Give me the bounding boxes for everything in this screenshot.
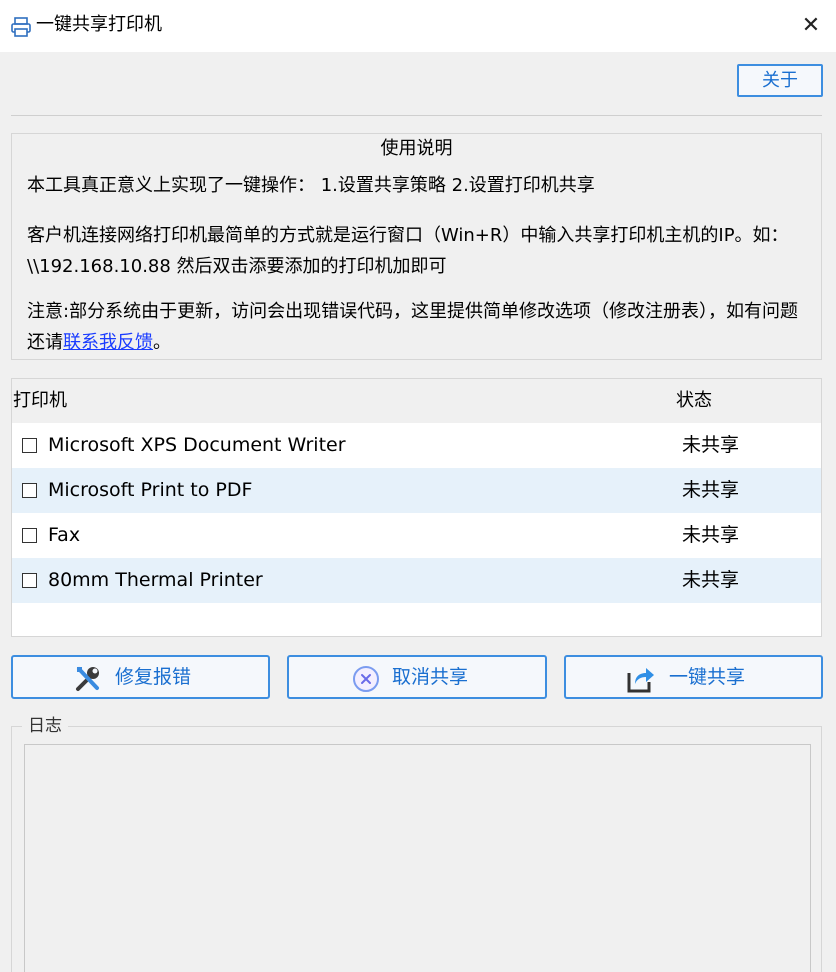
row-checkbox[interactable] (22, 483, 37, 498)
instructions-line-3: 注意:部分系统由于更新，访问会出现错误代码，这里提供简单修改选项（修改注册表），… (27, 296, 812, 358)
log-group: 日志 (11, 714, 822, 972)
row-checkbox[interactable] (22, 438, 37, 453)
row-checkbox[interactable] (22, 528, 37, 543)
instructions-title: 使用说明 (380, 138, 453, 159)
log-textarea[interactable] (24, 744, 811, 972)
close-button[interactable]: ✕ (796, 12, 826, 42)
cancel-share-button[interactable]: 取消共享 (287, 655, 547, 699)
one-click-share-button-label: 一键共享 (669, 666, 746, 688)
share-status: 未共享 (682, 434, 740, 456)
share-status: 未共享 (682, 524, 740, 546)
table-row[interactable]: 80mm Thermal Printer 未共享 (12, 558, 821, 603)
list-header: 打印机 状态 (12, 379, 821, 423)
wrench-screwdriver-icon (76, 667, 99, 691)
table-row[interactable]: Microsoft Print to PDF 未共享 (12, 468, 821, 513)
instructions-line-1: 本工具真正意义上实现了一键操作： 1.设置共享策略 2.设置打印机共享 (27, 175, 595, 196)
printer-list: 打印机 状态 Microsoft XPS Document Writer 未共享… (11, 378, 822, 637)
printer-icon (11, 17, 31, 37)
printer-name: Microsoft XPS Document Writer (48, 434, 346, 456)
column-header-printer[interactable]: 打印机 (13, 389, 67, 413)
table-row[interactable]: Fax 未共享 (12, 513, 821, 558)
printer-name: Microsoft Print to PDF (48, 479, 253, 501)
row-checkbox[interactable] (22, 573, 37, 588)
share-status: 未共享 (682, 479, 740, 501)
instructions-panel: 使用说明 本工具真正意义上实现了一键操作： 1.设置共享策略 2.设置打印机共享… (11, 133, 822, 360)
one-click-share-button[interactable]: 一键共享 (564, 655, 823, 699)
instructions-note-end: 。 (153, 332, 171, 353)
column-header-status[interactable]: 状态 (676, 389, 712, 413)
instructions-line-2: 客户机连接网络打印机最简单的方式就是运行窗口（Win+R）中输入共享打印机主机的… (27, 225, 789, 277)
log-label: 日志 (22, 714, 68, 738)
printer-name: Fax (48, 524, 81, 546)
divider (11, 115, 822, 116)
repair-button-label: 修复报错 (115, 666, 192, 688)
repair-button[interactable]: 修复报错 (11, 655, 270, 699)
share-arrow-icon (627, 668, 654, 693)
title-bar: 一键共享打印机 ✕ (0, 0, 836, 52)
cancel-share-button-label: 取消共享 (392, 666, 469, 688)
about-button[interactable]: 关于 (737, 64, 823, 97)
window-title: 一键共享打印机 (36, 14, 162, 35)
printer-name: 80mm Thermal Printer (48, 569, 263, 591)
close-icon: ✕ (801, 13, 821, 38)
table-row[interactable]: Microsoft XPS Document Writer 未共享 (12, 423, 821, 468)
feedback-link[interactable]: 联系我反馈 (63, 332, 153, 353)
circle-x-icon (353, 666, 379, 692)
share-status: 未共享 (682, 569, 740, 591)
